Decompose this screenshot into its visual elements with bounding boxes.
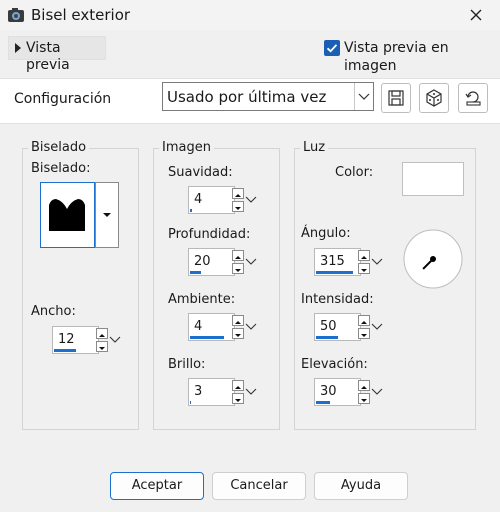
bevel-shape-icon (49, 199, 85, 231)
ambient-down-button[interactable] (232, 328, 244, 339)
brightness-down-button[interactable] (232, 393, 244, 404)
elevation-up-button[interactable] (358, 380, 370, 391)
smoothness-slider-fill (190, 209, 192, 212)
dice-icon (426, 89, 442, 107)
select-divider (354, 83, 355, 110)
intensity-chevron-down-icon[interactable] (371, 313, 383, 341)
smoothness-input[interactable]: 4 (188, 186, 235, 214)
depth-slider-fill (190, 271, 201, 274)
angle-dial[interactable] (402, 228, 464, 290)
width-up-button[interactable] (96, 328, 108, 339)
config-select-value: Usado por última vez (167, 88, 327, 106)
reset-button[interactable] (458, 83, 488, 113)
image-group-title: Imagen (159, 140, 214, 156)
brightness-chevron-down-icon[interactable] (245, 378, 257, 406)
brightness-value: 3 (194, 384, 203, 399)
smoothness-label: Suavidad: (168, 165, 233, 180)
help-button[interactable]: Ayuda (314, 472, 408, 500)
preview-toggle[interactable]: Vista previa (8, 36, 106, 73)
bevel-label: Biselado: (31, 161, 91, 176)
app-camera-icon (7, 6, 25, 24)
preview-image-checkbox[interactable] (324, 40, 340, 56)
width-label: Ancho: (31, 304, 76, 319)
triangle-right-icon (15, 43, 21, 53)
randomize-button[interactable] (419, 83, 449, 113)
angle-down-button[interactable] (358, 263, 370, 274)
brightness-label: Brillo: (168, 357, 206, 372)
triangle-down-icon (103, 213, 111, 217)
elevation-value: 30 (320, 384, 337, 399)
close-icon[interactable] (466, 5, 486, 25)
depth-label: Profundidad: (168, 227, 251, 242)
accept-button[interactable]: Aceptar (110, 472, 204, 500)
angle-slider-fill (316, 271, 353, 274)
intensity-label: Intensidad: (301, 292, 374, 307)
depth-chevron-down-icon[interactable] (245, 248, 257, 276)
depth-up-button[interactable] (232, 250, 244, 261)
smoothness-up-button[interactable] (232, 188, 244, 199)
elevation-down-button[interactable] (358, 393, 370, 404)
ambient-up-button[interactable] (232, 315, 244, 326)
config-label: Configuración (14, 91, 112, 107)
angle-label: Ángulo: (301, 226, 351, 241)
elevation-input[interactable]: 30 (314, 378, 361, 406)
ambient-chevron-down-icon[interactable] (245, 313, 257, 341)
smoothness-chevron-down-icon[interactable] (245, 186, 257, 214)
smoothness-down-button[interactable] (232, 201, 244, 212)
bevel-shape-preview[interactable] (40, 182, 95, 248)
intensity-value: 50 (320, 319, 337, 334)
intensity-slider-fill (316, 336, 338, 339)
reset-icon (465, 91, 481, 106)
depth-down-button[interactable] (232, 263, 244, 274)
brightness-up-button[interactable] (232, 380, 244, 391)
depth-value: 20 (194, 254, 211, 269)
bevel-group-title: Biselado (28, 140, 90, 156)
angle-knob (430, 256, 436, 262)
intensity-up-button[interactable] (358, 315, 370, 326)
brightness-slider-fill (190, 401, 191, 404)
bevel-dropdown-button[interactable] (95, 182, 119, 248)
window-title: Bisel exterior (31, 6, 131, 24)
smoothness-value: 4 (194, 192, 203, 207)
elevation-slider-fill (316, 401, 330, 404)
angle-input[interactable]: 315 (314, 248, 361, 276)
width-value: 12 (58, 332, 75, 347)
width-slider-fill (54, 349, 76, 352)
width-chevron-down-icon[interactable] (109, 326, 121, 354)
light-color-swatch[interactable] (402, 162, 464, 196)
config-select[interactable]: Usado por última vez (162, 82, 374, 111)
angle-value: 315 (320, 254, 345, 269)
ambient-value: 4 (194, 319, 203, 334)
save-preset-button[interactable] (381, 83, 411, 113)
elevation-chevron-down-icon[interactable] (371, 378, 383, 406)
angle-up-button[interactable] (358, 250, 370, 261)
width-down-button[interactable] (96, 341, 108, 352)
angle-chevron-down-icon[interactable] (371, 248, 383, 276)
floppy-disk-icon (388, 90, 404, 106)
chevron-down-icon (358, 91, 370, 101)
elevation-label: Elevación: (301, 357, 368, 372)
ambient-label: Ambiente: (168, 292, 236, 307)
intensity-down-button[interactable] (358, 328, 370, 339)
ambient-input[interactable]: 4 (188, 313, 235, 341)
depth-input[interactable]: 20 (188, 248, 235, 276)
light-group-title: Luz (300, 140, 329, 156)
brightness-input[interactable]: 3 (188, 378, 235, 406)
ambient-slider-fill (190, 336, 224, 339)
preview-image-label: Vista previa en imagen (344, 40, 449, 74)
color-label: Color: (335, 165, 374, 180)
intensity-input[interactable]: 50 (314, 313, 361, 341)
preview-toggle-label: Vista previa (26, 40, 70, 73)
width-input[interactable]: 12 (52, 326, 99, 354)
cancel-button[interactable]: Cancelar (212, 472, 306, 500)
